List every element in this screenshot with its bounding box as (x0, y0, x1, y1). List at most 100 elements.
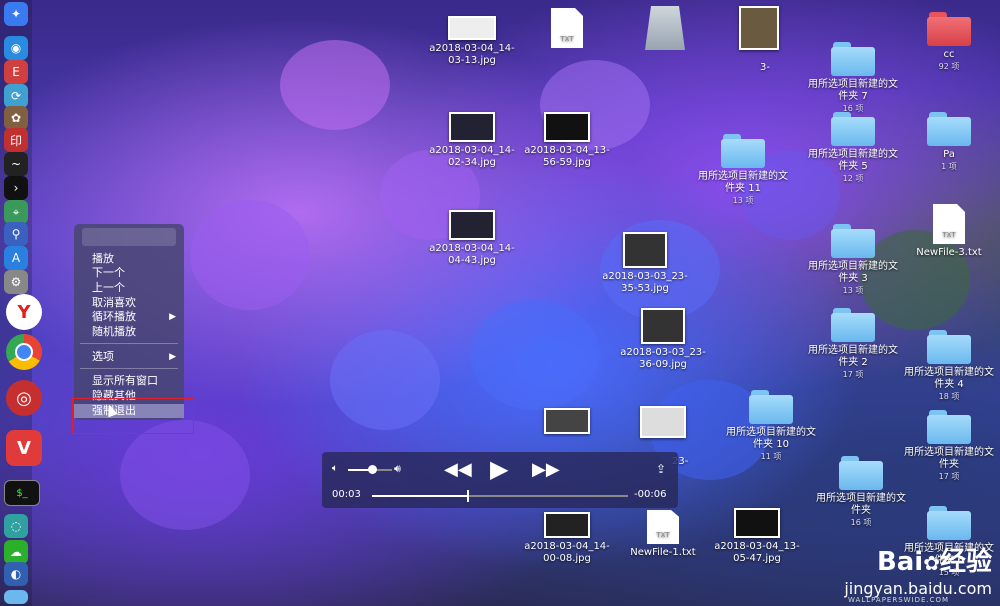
file-label: a2018-03-03_23-36-09.jpg (620, 347, 706, 370)
screenshot-thumbnail (449, 210, 495, 240)
folder-icon[interactable] (4, 590, 28, 604)
menu-item-loop[interactable]: 循环播放 ▶ (74, 310, 184, 324)
folder-label: 用所选项目新建的文件夹 2 (808, 345, 898, 368)
vivaldi-icon[interactable]: V (6, 430, 42, 466)
volume-knob[interactable] (368, 465, 378, 474)
desktop-file[interactable]: a2018-03-04_14-04-43.jpg (427, 210, 517, 267)
xcode-icon (645, 6, 685, 50)
safari-icon[interactable]: ✦ (4, 2, 28, 26)
netease-music-icon[interactable]: ◎ (6, 380, 42, 416)
menu-item-label: 选项 (92, 350, 114, 363)
map-icon[interactable]: ⌖ (4, 200, 28, 224)
desktop-folder[interactable]: 用所选项目新建的文件夹 10 11 项 (726, 390, 816, 463)
folder-icon (927, 12, 971, 46)
folder-icon (927, 330, 971, 364)
partial-label: 23- (672, 456, 712, 468)
desktop-file[interactable]: a2018-03-04_13-56-59.jpg (522, 112, 612, 169)
file-label: a2018-03-04_14-04-43.jpg (429, 243, 515, 266)
desktop-file[interactable]: a2018-03-04_14-03-13.jpg (427, 16, 517, 67)
menu-item-previous[interactable]: 上一个 (74, 281, 184, 295)
folder-count: 17 项 (842, 370, 864, 379)
file-label: a2018-03-03_23-35-53.jpg (602, 271, 688, 294)
desktop-file[interactable] (618, 406, 708, 441)
folder-label: 用所选项目新建的文件夹 7 (808, 79, 898, 102)
terminal2-icon[interactable]: $_ (4, 480, 40, 506)
volume-high-icon: 🔊︎ (394, 462, 401, 475)
desktop-file[interactable]: a2018-03-04_14-00-08.jpg (522, 512, 612, 565)
folder-label: 用所选项目新建的文件夹 5 (808, 149, 898, 172)
folder-label: 用所选项目新建的文件夹 11 (698, 171, 788, 194)
desktop-folder[interactable]: 用所选项目新建的文件夹 17 项 (904, 410, 994, 483)
flower-icon[interactable]: ✿ (4, 106, 28, 130)
yandex-icon[interactable]: Y (6, 294, 42, 330)
desktop-folder[interactable]: 用所选项目新建的文件夹 4 18 项 (904, 330, 994, 403)
file-label: a2018-03-04_14-03-13.jpg (429, 43, 515, 66)
menu-item-shuffle[interactable]: 随机播放 (74, 325, 184, 339)
desktop-folder[interactable]: 用所选项目新建的文件夹 11 13 项 (698, 134, 788, 207)
terminal-icon[interactable]: › (4, 176, 28, 200)
app-blue-icon[interactable]: ◐ (4, 562, 28, 586)
folder-icon (927, 112, 971, 146)
menu-item-play[interactable]: 播放 (74, 252, 184, 266)
menu-item-unlike[interactable]: 取消喜欢 (74, 296, 184, 310)
folder-label: 用所选项目新建的文件夹 10 (726, 427, 816, 450)
txt-file-icon: TXT (647, 510, 679, 544)
chrome-icon[interactable] (6, 334, 42, 370)
menu-separator (80, 368, 178, 369)
menu-item-show-all-windows[interactable]: 显示所有窗口 (74, 374, 184, 388)
preview-icon[interactable]: ◉ (4, 36, 28, 60)
menu-separator (80, 343, 178, 344)
desktop-file[interactable]: TXT (522, 8, 612, 51)
menu-item-options[interactable]: 选项 ▶ (74, 350, 184, 364)
desktop-folder[interactable]: 用所选项目新建的文件夹 3 13 项 (808, 224, 898, 297)
file-label: NewFile-1.txt (630, 547, 696, 558)
activity-monitor-icon[interactable]: ~ (4, 152, 28, 176)
progress-playhead[interactable] (466, 490, 469, 502)
play-button[interactable]: ▶ (490, 455, 508, 483)
desktop-folder[interactable]: 用所选项目新建的文件夹 16 项 (816, 456, 906, 529)
folder-label: 用所选项目新建的文件夹 4 (904, 367, 994, 390)
desktop-folder[interactable]: 用所选项目新建的文件夹 2 17 项 (808, 308, 898, 381)
settings-icon[interactable]: ⚙ (4, 270, 28, 294)
desktop-folder[interactable]: Pa 1 项 (904, 112, 994, 173)
app-teal-icon[interactable]: ◌ (4, 514, 28, 538)
share-icon[interactable]: ⇪ (656, 462, 666, 476)
txt-label: TXT (656, 531, 670, 539)
folder-icon (839, 456, 883, 490)
pin-icon[interactable]: ⚲ (4, 222, 28, 246)
menu-header-blurred (82, 228, 176, 246)
watermark-brand: Bai (876, 547, 924, 577)
desktop-folder[interactable]: cc 92 项 (904, 12, 994, 73)
desktop-app[interactable] (620, 6, 710, 50)
desktop-file[interactable]: a2018-03-03_23-36-09.jpg (618, 308, 708, 371)
desktop-file[interactable]: a2018-03-04_13-05-47.jpg (712, 508, 802, 565)
keyboard-thumbnail (544, 408, 590, 434)
fast-forward-button[interactable]: ▶▶ (532, 459, 560, 480)
desktop-file[interactable]: TXT NewFile-3.txt (904, 204, 994, 259)
folder-count: 13 项 (732, 196, 754, 205)
menu-item-next[interactable]: 下一个 (74, 266, 184, 280)
desktop-file[interactable]: TXT NewFile-1.txt (618, 510, 708, 559)
desktop-file[interactable]: a2018-03-03_23-35-53.jpg (600, 232, 690, 295)
desktop-file[interactable]: a2018-03-04_14-02-34.jpg (427, 112, 517, 169)
rewind-button[interactable]: ◀◀ (444, 459, 472, 480)
sync-icon[interactable]: ⟳ (4, 84, 28, 108)
folder-count: 13 项 (842, 286, 864, 295)
txt-label: TXT (560, 35, 574, 43)
desktop-file[interactable] (714, 6, 804, 53)
desktop-folder[interactable]: 用所选项目新建的文件夹 5 12 项 (808, 112, 898, 185)
app-red2-icon[interactable]: 印 (4, 128, 28, 152)
desktop-file[interactable] (522, 408, 612, 437)
photo-thumbnail (544, 512, 590, 538)
wechat-icon[interactable]: ☁ (4, 540, 28, 564)
folder-icon (831, 112, 875, 146)
app-red-icon[interactable]: E (4, 60, 28, 84)
partial-label-text: 3- (760, 62, 770, 73)
folder-icon (831, 308, 875, 342)
folder-count: 1 项 (941, 162, 957, 171)
desktop-folder[interactable]: 用所选项目新建的文件夹 7 16 项 (808, 42, 898, 115)
elapsed-time: 00:03 (332, 489, 361, 500)
dialog-thumbnail (640, 406, 686, 438)
photo-thumbnail (734, 508, 780, 538)
app-store-icon[interactable]: A (4, 246, 28, 270)
